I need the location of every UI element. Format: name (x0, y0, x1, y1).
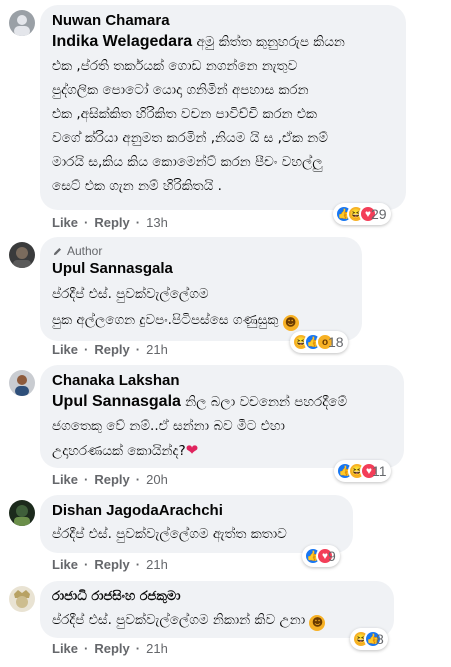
timestamp[interactable]: 13h (146, 215, 168, 230)
like-button[interactable]: Like (52, 215, 78, 230)
comment-actions: Like · Reply · 21h (52, 557, 168, 572)
reaction-summary[interactable]: 👍 ♥ 9 (302, 545, 340, 567)
rofl-emoji-icon: ☻ (282, 315, 299, 331)
timestamp[interactable]: 21h (146, 641, 168, 656)
like-button[interactable]: Like (52, 557, 78, 572)
comment-bubble: Chanaka Lakshan Upul Sannasgala නිල බලා … (40, 365, 404, 468)
comment-4: Dishan JagodaArachchi ප්රදීප් එස්. පුවක්… (0, 490, 451, 576)
commenter-name[interactable]: Nuwan Chamara (52, 11, 394, 30)
timestamp[interactable]: 21h (146, 342, 168, 357)
reaction-summary[interactable]: 👍 😆 ♥ 11 (334, 460, 391, 482)
reaction-count: 18 (328, 334, 344, 350)
commenter-name[interactable]: Dishan JagodaArachchi (52, 501, 341, 520)
reaction-count: 9 (328, 548, 336, 564)
comment-bubble: Author Upul Sannasgala ප්රදීප් එස්. පුවක… (40, 237, 362, 341)
like-button[interactable]: Like (52, 342, 78, 357)
comment-bubble: Dishan JagodaArachchi ප්රදීප් එස්. පුවක්… (40, 495, 353, 553)
laughing-emoji-icon: ☻ (309, 615, 326, 631)
avatar[interactable] (9, 500, 35, 526)
reply-button[interactable]: Reply (94, 342, 129, 357)
reaction-summary[interactable]: 😆 👍 o 18 (290, 331, 348, 353)
like-button[interactable]: Like (52, 641, 78, 656)
comment-text: ප්රදීප් එස්. පුවක්වැල්ලේගම නිකාන් කිව උන… (52, 608, 382, 632)
reaction-count: 29 (371, 206, 387, 222)
reply-button[interactable]: Reply (94, 641, 129, 656)
comment-actions: Like · Reply · 13h (52, 215, 168, 230)
reaction-count: 11 (372, 463, 387, 479)
avatar[interactable] (9, 370, 35, 396)
comment-text: ප්රදීප් එස්. පුවක්වැල්ලේගම ඇත්ත කතාව (52, 526, 287, 542)
comment-5: රාජාධි රාජසිංහ රජකුමා ප්රදීප් එස්. පුවක්… (0, 576, 451, 667)
reply-button[interactable]: Reply (94, 472, 129, 487)
comment-actions: Like · Reply · 20h (52, 472, 168, 487)
comment-text: Upul Sannasgala නිල බලා වචනෙන් පහරදීමේ ජ… (52, 393, 348, 459)
commenter-name[interactable]: Upul Sannasgala (52, 259, 350, 278)
comment-text: Indika Welagedara අමු කිත්ත කුනුහරුප කිය… (52, 33, 345, 194)
avatar[interactable] (9, 10, 35, 36)
avatar[interactable] (9, 242, 35, 268)
reaction-count: 8 (376, 631, 384, 647)
comment-bubble: Nuwan Chamara Indika Welagedara අමු කිත්… (40, 5, 406, 210)
reply-button[interactable]: Reply (94, 557, 129, 572)
comment-bubble: රාජාධි රාජසිංහ රජකුමා ප්රදීප් එස්. පුවක්… (40, 581, 394, 638)
like-button[interactable]: Like (52, 472, 78, 487)
timestamp[interactable]: 20h (146, 472, 168, 487)
comment-text: ප්රදීප් එස්. පුවක්වැල්ලේගම පුක අල්ලගෙන ද… (52, 281, 350, 333)
comment-1: Nuwan Chamara Indika Welagedara අමු කිත්… (0, 0, 451, 232)
comment-actions: Like · Reply · 21h (52, 641, 168, 656)
commenter-name[interactable]: Chanaka Lakshan (52, 371, 392, 390)
mention-link[interactable]: Upul Sannasgala (52, 393, 181, 410)
heart-emoji-icon: ❤ (185, 441, 199, 459)
comment-3: Chanaka Lakshan Upul Sannasgala නිල බලා … (0, 360, 451, 490)
pencil-icon (53, 247, 61, 255)
mention-link[interactable]: Indika Welagedara (52, 33, 192, 50)
reaction-summary[interactable]: 😆 👍 8 (350, 628, 388, 650)
comment-2: Author Upul Sannasgala ප්රදීප් එස්. පුවක… (0, 232, 451, 360)
avatar[interactable] (9, 586, 35, 612)
comment-actions: Like · Reply · 21h (52, 342, 168, 357)
reaction-summary[interactable]: 👍 😆 ♥ 29 (333, 203, 391, 225)
reply-button[interactable]: Reply (94, 215, 129, 230)
author-badge: Author (52, 243, 350, 259)
commenter-name[interactable]: රාජාධි රාජසිංහ රජකුමා (52, 587, 382, 606)
timestamp[interactable]: 21h (146, 557, 168, 572)
